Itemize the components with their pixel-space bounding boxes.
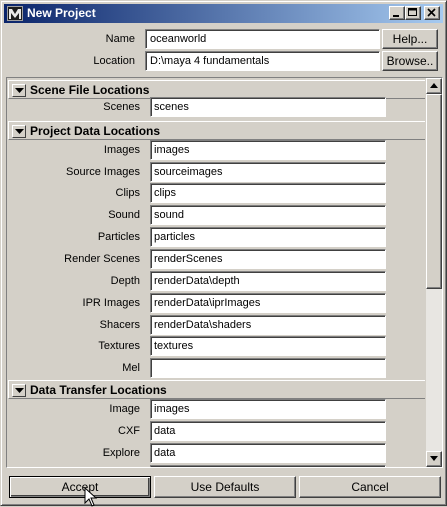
ipr-images-label: IPR Images (82, 297, 140, 309)
source-images-input[interactable]: sourceimages (150, 162, 386, 182)
depth-input[interactable]: renderData\depth (150, 271, 386, 291)
mel-label: Mel (122, 362, 140, 374)
scenes-input[interactable]: scenes (150, 97, 386, 117)
name-label: Name (105, 33, 135, 45)
particles-input[interactable]: particles (150, 227, 386, 247)
vertical-scrollbar[interactable] (426, 78, 442, 467)
title-bar[interactable]: New Project (4, 4, 443, 23)
help-button[interactable]: Help... (382, 29, 438, 49)
source-images-label: Source Images (66, 166, 140, 178)
image-input[interactable]: images (150, 399, 386, 419)
mel-input[interactable] (150, 358, 386, 378)
shaders-label: Shacers (99, 319, 140, 331)
textures-label: Textures (98, 340, 140, 352)
render-scenes-label: Render Scenes (64, 253, 140, 265)
sound-label: Sound (108, 209, 140, 221)
partial-input[interactable] (150, 465, 386, 467)
window-title: New Project (27, 6, 96, 20)
textures-input[interactable]: textures (150, 336, 386, 356)
explore-label: Explore (102, 447, 140, 459)
close-button[interactable] (424, 6, 440, 20)
collapse-arrow-icon[interactable] (12, 384, 26, 397)
location-input[interactable]: D:\maya 4 fundamentals (145, 51, 380, 71)
accept-button[interactable]: Accept (9, 476, 151, 498)
locations-content: Scene File Locations Scenes scenes Proje… (7, 78, 425, 467)
clips-label: Clips (115, 187, 140, 199)
locations-scroll-area[interactable]: Scene File Locations Scenes scenes Proje… (6, 77, 443, 468)
cancel-button[interactable]: Cancel (299, 476, 441, 498)
browse-button[interactable]: Browse.. (382, 51, 438, 71)
section-title: Project Data Locations (30, 124, 161, 138)
images-input[interactable]: images (150, 140, 386, 160)
particles-label: Particles (97, 231, 140, 243)
mouse-cursor-icon (84, 487, 97, 507)
use-defaults-button[interactable]: Use Defaults (154, 476, 296, 498)
images-label: Images (103, 144, 140, 156)
minimize-button[interactable] (389, 6, 405, 20)
section-title: Data Transfer Locations (30, 383, 167, 397)
cxf-label: CXF (118, 425, 140, 437)
section-project-data[interactable]: Project Data Locations (8, 121, 425, 140)
new-project-window: New Project Name oceanworld Help... Loca… (0, 0, 447, 507)
depth-label: Depth (110, 275, 140, 287)
clips-input[interactable]: clips (150, 183, 386, 203)
scroll-up-button[interactable] (426, 78, 442, 94)
render-scenes-input[interactable]: renderScenes (150, 249, 386, 269)
name-input[interactable]: oceanworld (145, 29, 380, 49)
scenes-label: Scenes (103, 101, 140, 113)
scroll-thumb[interactable] (426, 94, 442, 289)
sound-input[interactable]: sound (150, 205, 386, 225)
maya-logo-icon[interactable] (7, 6, 23, 21)
cxf-input[interactable]: data (150, 421, 386, 441)
shaders-input[interactable]: renderData\shaders (150, 315, 386, 335)
maximize-button[interactable] (405, 6, 421, 20)
location-label: Location (93, 55, 135, 67)
section-title: Scene File Locations (30, 83, 150, 97)
collapse-arrow-icon[interactable] (12, 125, 26, 138)
collapse-arrow-icon[interactable] (12, 84, 26, 97)
ipr-images-input[interactable]: renderData\iprImages (150, 293, 386, 313)
explore-input[interactable]: data (150, 443, 386, 463)
section-data-transfer[interactable]: Data Transfer Locations (8, 380, 425, 399)
scroll-down-button[interactable] (426, 451, 442, 467)
image-label: Image (109, 403, 140, 415)
